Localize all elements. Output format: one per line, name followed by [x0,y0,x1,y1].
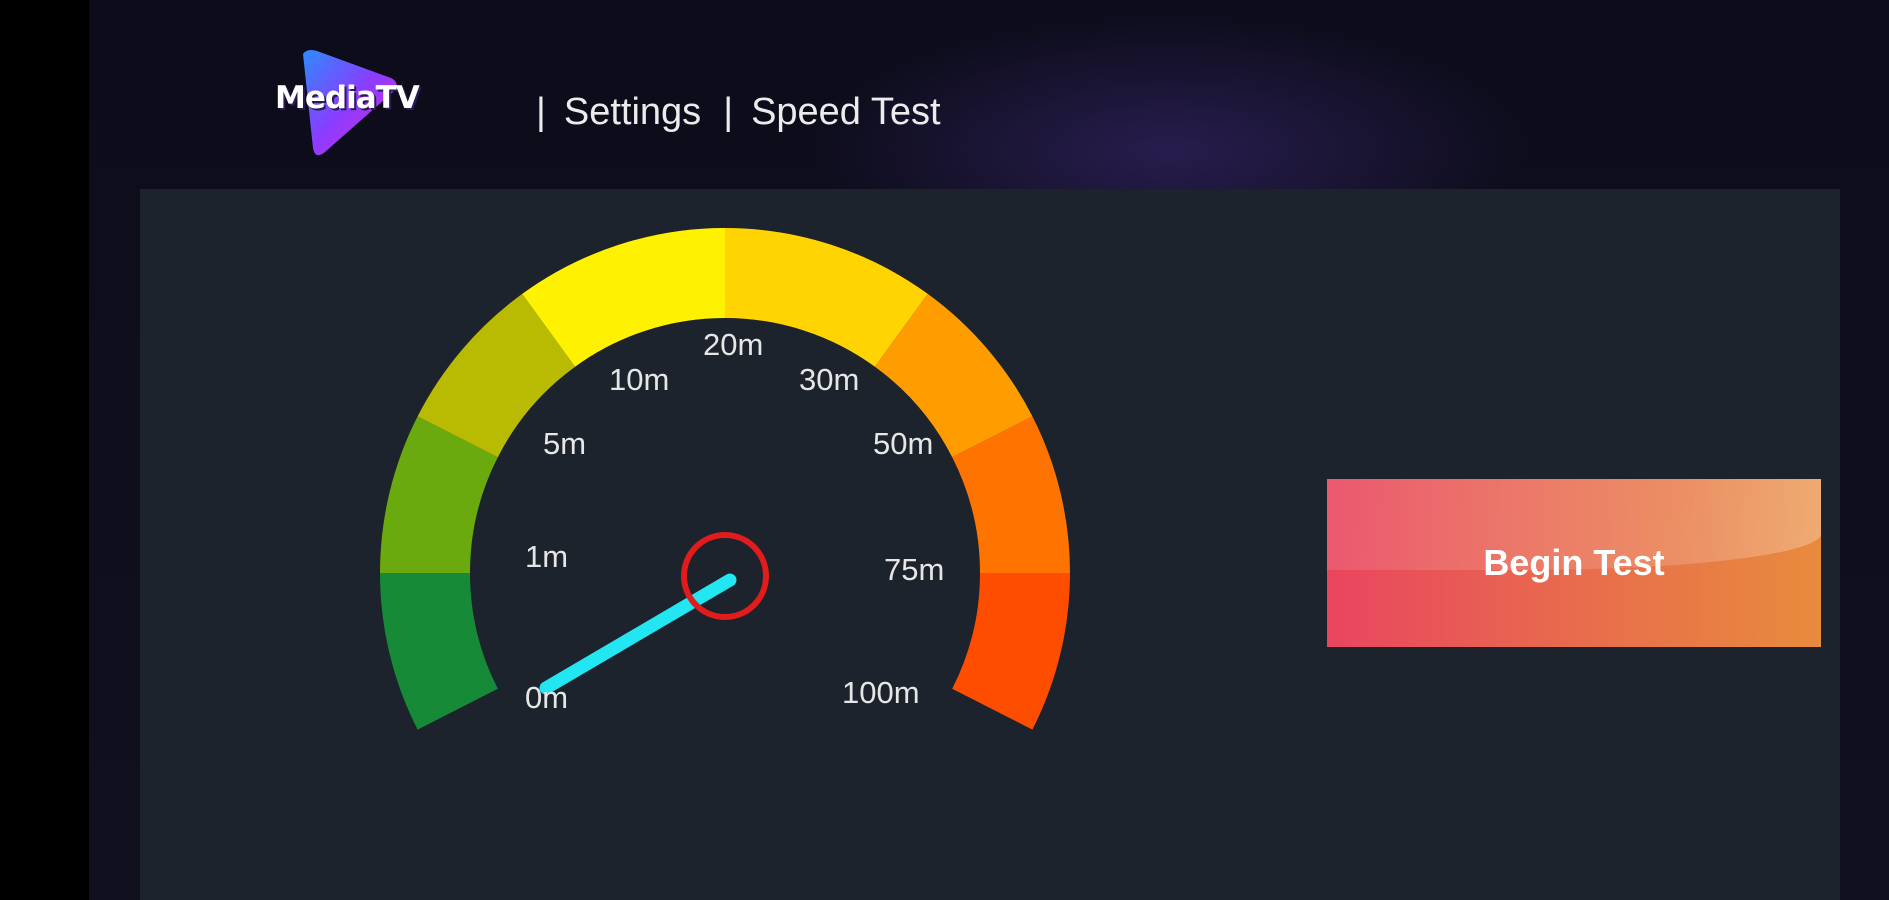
breadcrumb-separator: | [723,91,734,133]
begin-test-button[interactable]: Begin Test [1327,479,1821,647]
breadcrumb: | Settings | Speed Test [536,91,941,134]
left-edge-bar [0,0,89,900]
logo-text: MediaTV [275,80,420,116]
breadcrumb-item-settings[interactable]: Settings [564,91,701,133]
breadcrumb-separator: | [536,91,546,133]
breadcrumb-item-speed-test: Speed Test [751,91,941,133]
begin-test-label: Begin Test [1483,542,1665,583]
